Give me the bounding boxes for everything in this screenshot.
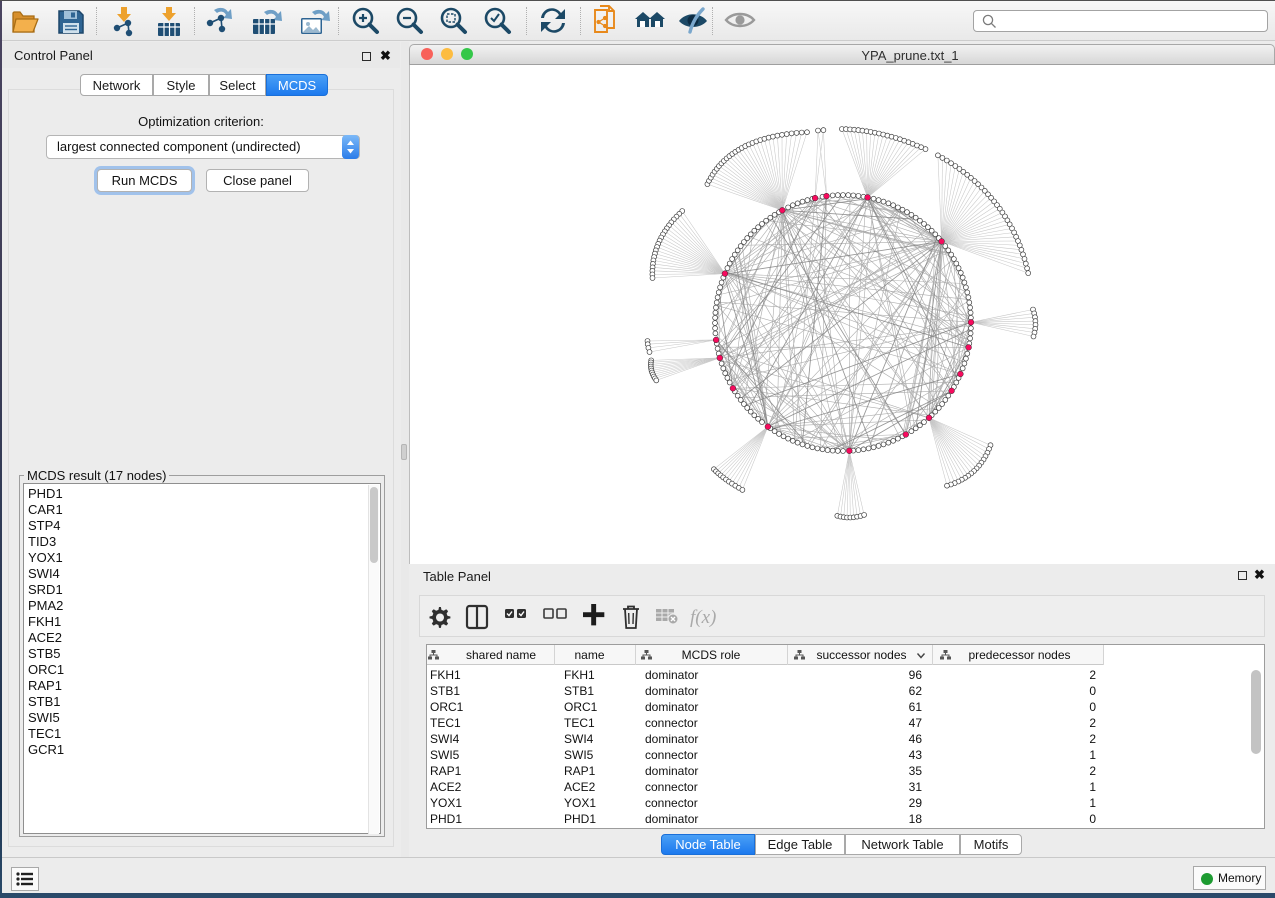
svg-text:f(x): f(x) — [690, 607, 716, 628]
